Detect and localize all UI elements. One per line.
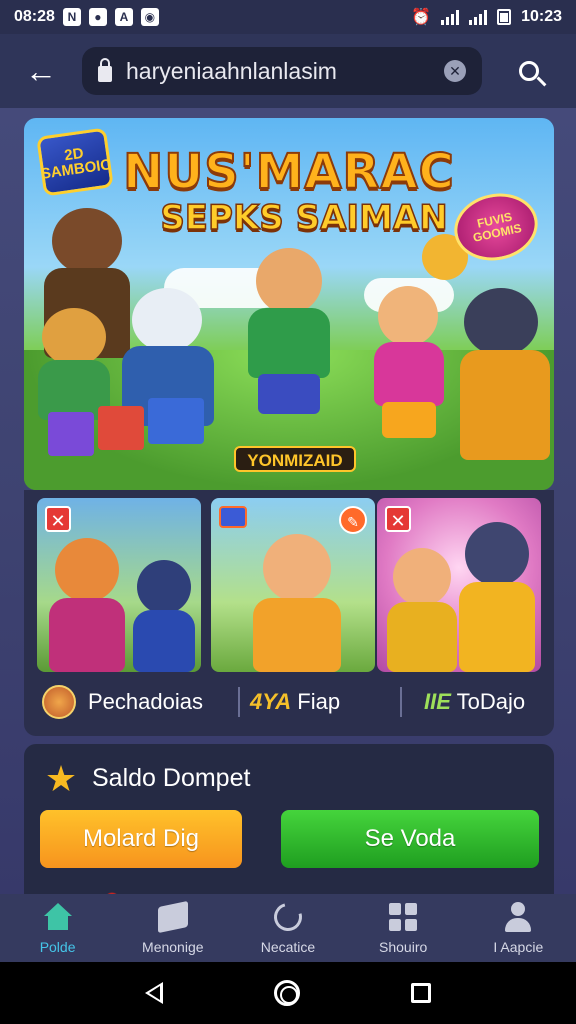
grid-icon: [389, 903, 418, 931]
stat-text: Fiap: [297, 689, 341, 714]
signal-icon: [469, 9, 488, 25]
system-recents-icon[interactable]: [410, 983, 431, 1003]
star-icon: ★: [44, 758, 78, 799]
edit-icon[interactable]: ✎: [339, 506, 367, 534]
status-bar: 08:28 N ● A ◉ ⏰ 10:23: [0, 0, 576, 34]
game-card[interactable]: ✕: [37, 498, 201, 672]
kid-character-illustration: [387, 548, 457, 672]
nav-label: Shouiro: [379, 939, 428, 955]
refresh-icon: [268, 897, 308, 937]
divider: [238, 687, 240, 717]
stats-row: Pechadoias 4YA Fiap IIE ToDajo: [24, 676, 554, 728]
wolf-character-illustration: [133, 560, 197, 672]
panther-character-illustration: [457, 522, 537, 672]
stat-text: ToDajo: [456, 689, 526, 714]
wallet-panel: ★ Saldo Dompet Molard Dig Se Voda: [24, 744, 554, 908]
address-bar[interactable]: haryeniaahnlanlasim ✕: [82, 47, 482, 95]
deposit-button[interactable]: Molard Dig: [40, 810, 242, 868]
divider: [400, 687, 402, 717]
promo-badge-text: FUVIS GOOMIS: [471, 209, 523, 245]
browser-toolbar: ← haryeniaahnlanlasim ✕: [0, 34, 576, 108]
nav-item-account[interactable]: I Aapcie: [463, 901, 573, 955]
back-arrow-icon: ←: [25, 52, 57, 89]
gift-icon: [219, 506, 247, 528]
game-card[interactable]: ✎: [211, 498, 375, 672]
status-time: 08:28: [14, 8, 55, 25]
withdraw-button[interactable]: Se Voda: [281, 810, 539, 868]
search-icon: [519, 61, 539, 81]
clear-url-icon[interactable]: ✕: [444, 60, 466, 82]
alarm-icon: ⏰: [411, 9, 432, 26]
nav-label: Necatice: [260, 939, 316, 955]
wallet-title: Saldo Dompet: [92, 764, 251, 792]
battery-icon: [497, 9, 512, 25]
hero-title: NUS'MARAC: [122, 143, 455, 201]
system-navigation-bar: [0, 962, 576, 1024]
close-icon[interactable]: ✕: [45, 506, 71, 532]
page-content: 2D SAMBOIC NUS'MARAC SEPKS SAIMAN FUVIS …: [0, 108, 576, 908]
box-icon: [157, 900, 188, 934]
nav-item-activity[interactable]: Necatice: [233, 897, 343, 955]
hero-tag: YONMIZAID: [234, 446, 356, 472]
hero-banner[interactable]: 2D SAMBOIC NUS'MARAC SEPKS SAIMAN FUVIS …: [24, 118, 554, 490]
boy-character-illustration: [247, 534, 347, 672]
stat-label: Pechadoias: [88, 689, 203, 714]
stat-highlight: IIE: [424, 689, 451, 714]
stat-highlight: 4YA: [250, 689, 292, 714]
panther-character-illustration: [454, 288, 554, 478]
system-back-icon[interactable]: [145, 982, 164, 1004]
game-cards-panel: ✕ ✎ ✕ Pechadoias 4YA Fiap IIE ToDajo: [24, 490, 554, 736]
stat-label: 4YA Fiap: [250, 689, 390, 715]
game-boxes-illustration: [48, 398, 208, 458]
url-text[interactable]: haryeniaahnlanlasim: [126, 58, 430, 85]
character-avatar-icon: [42, 685, 76, 719]
back-button[interactable]: ←: [0, 34, 82, 108]
game-card[interactable]: ✕: [377, 498, 541, 672]
app-notification-icon: ●: [88, 8, 107, 26]
nav-item-messages[interactable]: Menonige: [118, 900, 228, 955]
app-notification-icon: ◉: [140, 8, 159, 26]
status-clock: 10:23: [521, 8, 562, 25]
fox-character-illustration: [47, 538, 127, 672]
search-button[interactable]: [482, 61, 576, 81]
hero-boy-character-illustration: [234, 248, 344, 438]
app-notification-icon: A: [114, 8, 133, 26]
stat-label: IIE ToDajo: [424, 689, 525, 715]
nav-item-home[interactable]: Polde: [3, 901, 113, 955]
kid-character-illustration: [364, 286, 454, 446]
nav-label: Menonige: [142, 939, 204, 955]
nav-item-games[interactable]: Shouiro: [348, 901, 458, 955]
user-icon: [503, 902, 533, 932]
nav-label: Polde: [39, 939, 76, 955]
app-notification-icon: N: [62, 8, 81, 26]
home-icon: [43, 903, 73, 931]
signal-icon: [441, 9, 460, 25]
close-icon[interactable]: ✕: [385, 506, 411, 532]
system-home-icon[interactable]: [273, 980, 300, 1006]
lock-icon: [98, 58, 112, 82]
bottom-navigation: Polde Menonige Necatice Shouiro I Aapcie: [0, 894, 576, 962]
nav-label: I Aapcie: [493, 939, 544, 955]
